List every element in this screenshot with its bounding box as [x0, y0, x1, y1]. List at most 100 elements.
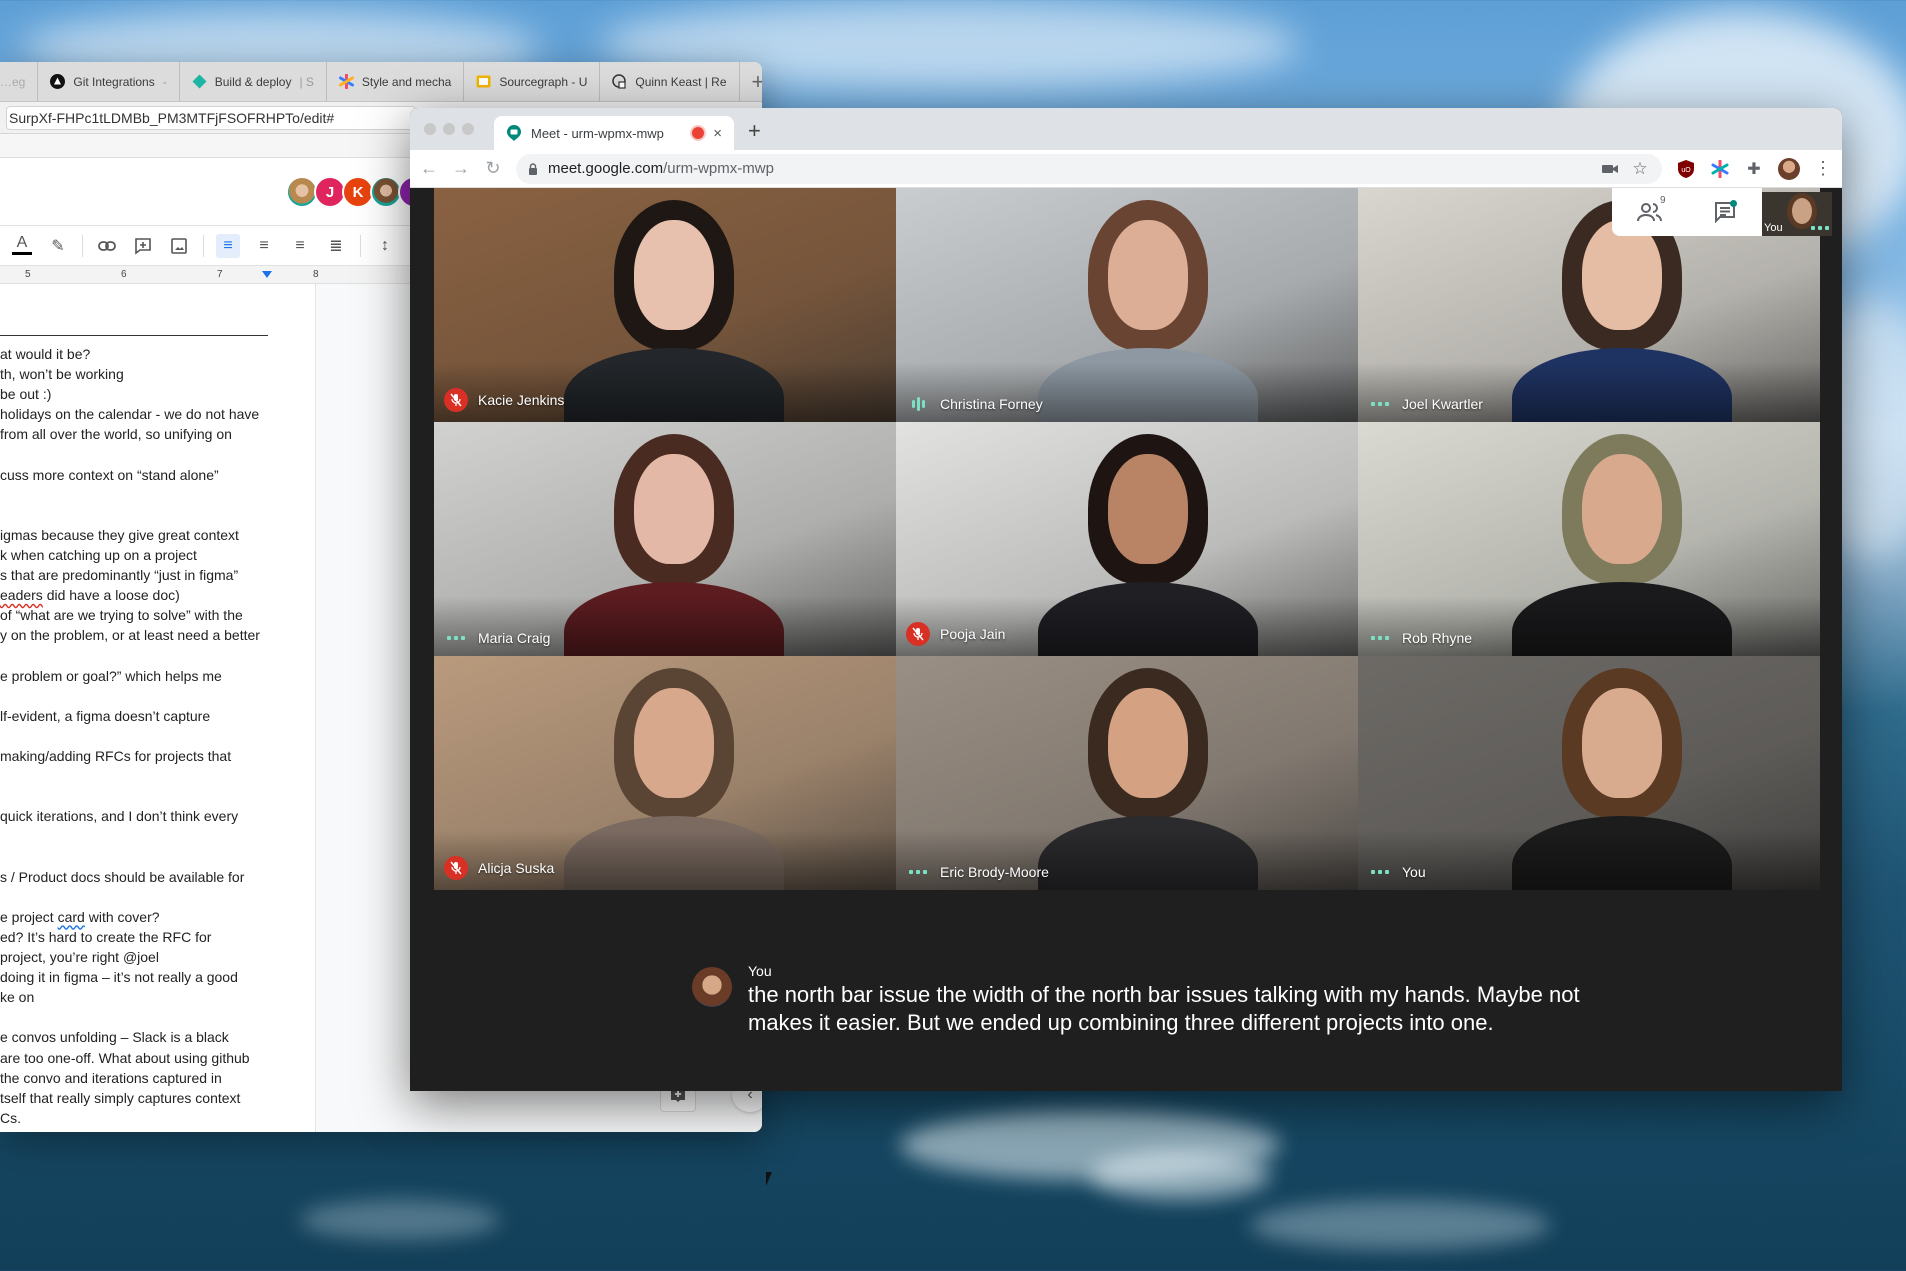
link-icon[interactable] [95, 234, 119, 258]
captions-area: You the north bar issue the width of the… [692, 963, 1592, 1037]
browser-tab-style-and-mechanics[interactable]: Style and mecha [327, 62, 465, 101]
doc-text-line: tself that really simply captures contex… [0, 1089, 241, 1106]
mic-off-icon [906, 622, 930, 646]
chat-button[interactable] [1705, 194, 1745, 230]
align-right-icon[interactable]: ≡ [288, 234, 312, 258]
doc-text-line: from all over the world, so unifying on [0, 426, 232, 443]
horizontal-rule [0, 335, 268, 336]
doc-text-line: at would it be? [0, 346, 91, 362]
participant-label: Kacie Jenkins [444, 388, 564, 412]
doc-text-line: holidays on the calendar - we do not hav… [0, 406, 260, 423]
reload-icon[interactable]: ↻ [484, 158, 502, 179]
participant-tile[interactable]: Alicja Suska [434, 656, 896, 890]
add-comment-icon[interactable] [131, 234, 155, 258]
participant-name: Alicja Suska [478, 860, 555, 876]
participant-label: Pooja Jain [906, 622, 1005, 646]
asterisk-ext-icon[interactable] [1710, 159, 1730, 179]
window-controls [424, 123, 474, 135]
doc-text-line: s / Product docs should be available for [0, 868, 245, 885]
participant-tile[interactable]: Christina Forney [896, 188, 1358, 422]
profile-avatar[interactable] [1778, 157, 1800, 180]
doc-text-segment: e project [0, 908, 58, 925]
ruler-number: 6 [121, 269, 127, 280]
participant-tile[interactable]: Pooja Jain [896, 422, 1358, 656]
doc-text-line: doing it in figma – it’s not really a go… [0, 969, 238, 986]
align-center-icon[interactable]: ≡ [252, 234, 276, 258]
toolbar-divider [82, 234, 83, 257]
tab-title: …eg [0, 74, 26, 89]
doc-text-line: e convos unfolding – Slack is a black [0, 1029, 229, 1046]
participant-tile[interactable]: Rob Rhyne [1358, 422, 1820, 656]
justify-icon[interactable]: ≣ [324, 234, 348, 258]
doc-text-line: ed? It’s hard to create the RFC for [0, 928, 212, 945]
participant-label: Rob Rhyne [1368, 630, 1472, 646]
close-window-button[interactable] [424, 123, 436, 135]
url-path: /urm-wpmx-mwp [663, 160, 774, 177]
back-arrow-icon[interactable]: ← [420, 158, 438, 179]
browser-tab-build-deploy[interactable]: Build & deploy | S [180, 62, 327, 101]
new-tab-button[interactable]: + [748, 118, 761, 144]
meet-logo-icon [507, 125, 521, 141]
quinn-logo-icon [612, 74, 627, 89]
audio-level-icon [1368, 402, 1392, 406]
meeting-details-panel: 9 [1612, 188, 1762, 236]
mic-off-icon [444, 856, 468, 880]
toolbar-divider [203, 234, 204, 257]
participant-tile[interactable]: Eric Brody-Moore [896, 656, 1358, 890]
participant-video [634, 688, 714, 798]
spellcheck-flagged-word[interactable]: card [58, 909, 85, 925]
participant-label: Maria Craig [444, 630, 550, 646]
participant-tile[interactable]: Maria Craig [434, 422, 896, 656]
meet-stage: Kacie Jenkins Christina Forney Joel Kwartl… [410, 188, 1842, 1091]
docs-tab-bar: …eg Git Integrations - Build & deploy | … [0, 62, 762, 102]
browser-tab-quinn-keast[interactable]: Quinn Keast | Re [600, 62, 740, 101]
audio-level-icon [1368, 636, 1392, 640]
participant-video [1582, 220, 1662, 330]
text-color-icon[interactable]: A [10, 234, 34, 258]
browser-tab-sourcegraph[interactable]: Sourcegraph - U [464, 62, 601, 101]
browser-tab-meet[interactable]: Meet - urm-wpmx-mwp × [494, 116, 734, 150]
insert-image-icon[interactable] [167, 234, 191, 258]
self-view-thumbnail[interactable]: You [1762, 192, 1832, 236]
align-left-icon[interactable]: ≡ [216, 233, 240, 258]
participant-tile[interactable]: You [1358, 656, 1820, 890]
url-field[interactable]: meet.google.com/urm-wpmx-mwp ☆ [516, 153, 1662, 184]
close-tab-button[interactable]: × [713, 125, 722, 142]
caption-speaker-name: You [748, 963, 772, 979]
doc-text-line: lf-evident, a figma doesn’t capture [0, 707, 211, 724]
speaking-indicator-icon [906, 397, 930, 411]
spellcheck-flagged-word[interactable]: eaders [0, 587, 43, 603]
doc-text-line: be out :) [0, 386, 52, 403]
more-options-icon[interactable] [1808, 226, 1832, 230]
minimize-window-button[interactable] [443, 123, 455, 135]
audio-level-icon [1368, 870, 1392, 874]
self-view-video [1792, 198, 1812, 224]
line-spacing-icon[interactable]: ↕ [373, 234, 397, 258]
browser-tab[interactable]: …eg [0, 62, 39, 101]
participant-tile[interactable]: Kacie Jenkins [434, 188, 896, 422]
participant-count: 9 [1659, 195, 1666, 206]
svg-text:uO: uO [1681, 167, 1691, 174]
docs-url-field[interactable]: SurpXf-FHPc1tLDMBb_PM3MTFjFSOFRHPTo/edit… [6, 105, 416, 130]
star-icon[interactable]: ☆ [1630, 159, 1650, 179]
tab-title: Sourcegraph - U [499, 74, 588, 89]
tab-title: Git Integrations [73, 74, 155, 89]
show-everyone-button[interactable]: 9 [1630, 194, 1670, 230]
more-vert-icon[interactable]: ⋮ [1814, 158, 1832, 179]
maximize-window-button[interactable] [462, 123, 474, 135]
highlight-icon[interactable]: ✎ [46, 234, 70, 258]
right-indent-marker[interactable] [262, 271, 272, 278]
new-tab-button[interactable]: + [740, 69, 762, 95]
puzzle-icon[interactable]: ✚ [1744, 159, 1764, 179]
browser-tab-git-integrations[interactable]: Git Integrations - [38, 62, 180, 101]
forward-arrow-icon[interactable]: → [452, 158, 470, 179]
doc-text-line: cuss more context on “stand alone” [0, 466, 219, 483]
docs-page[interactable]: at would it be? th, won’t be working be ou… [0, 284, 316, 1132]
ublock-icon[interactable]: uO [1676, 159, 1696, 179]
doc-text-segment: with cover? [84, 908, 160, 925]
doc-text-line: making/adding RFCs for projects that [0, 748, 232, 764]
camera-icon[interactable] [1600, 159, 1620, 179]
doc-text-line: y on the problem, or at least need a bet… [0, 627, 260, 644]
tab-title-overflow: - [162, 74, 167, 89]
ruler-number: 5 [25, 269, 31, 280]
